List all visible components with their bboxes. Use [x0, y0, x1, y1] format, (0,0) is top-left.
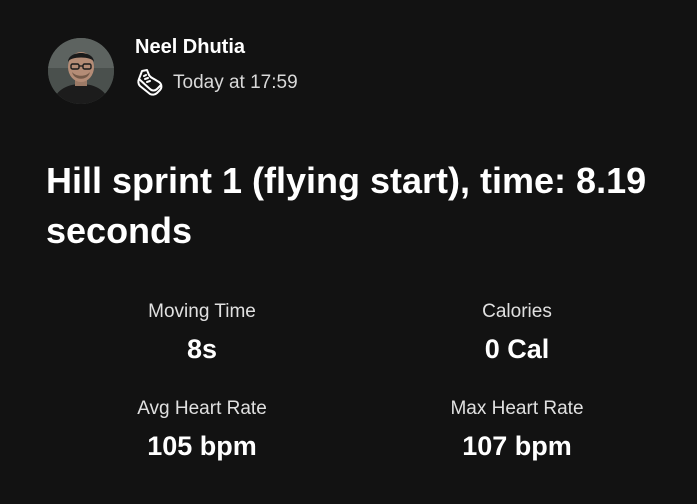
activity-card: Neel Dhutia Today at 17:59 Hill sprint 1… — [0, 0, 697, 504]
athlete-name[interactable]: Neel Dhutia — [135, 36, 245, 59]
stat-max-heart-rate: Max Heart Rate 107 bpm — [397, 397, 637, 463]
stat-calories: Calories 0 Cal — [397, 300, 637, 366]
activity-title[interactable]: Hill sprint 1 (flying start), time: 8.19… — [46, 156, 666, 256]
stat-label: Max Heart Rate — [450, 398, 584, 419]
stat-value: 8s — [186, 334, 218, 364]
activity-meta: Today at 17:59 — [135, 68, 298, 98]
stat-label: Avg Heart Rate — [137, 398, 267, 419]
stat-label: Calories — [482, 301, 552, 322]
activity-timestamp: Today at 17:59 — [173, 72, 298, 93]
stat-value: 105 bpm — [147, 431, 257, 461]
stat-value: 0 Cal — [484, 334, 550, 364]
stat-value: 107 bpm — [462, 431, 572, 461]
avatar-photo — [48, 38, 114, 104]
avatar[interactable] — [48, 38, 114, 104]
stat-moving-time: Moving Time 8s — [82, 300, 322, 366]
stat-label: Moving Time — [148, 301, 256, 322]
stat-avg-heart-rate: Avg Heart Rate 105 bpm — [82, 397, 322, 463]
running-shoe-icon — [135, 68, 165, 98]
